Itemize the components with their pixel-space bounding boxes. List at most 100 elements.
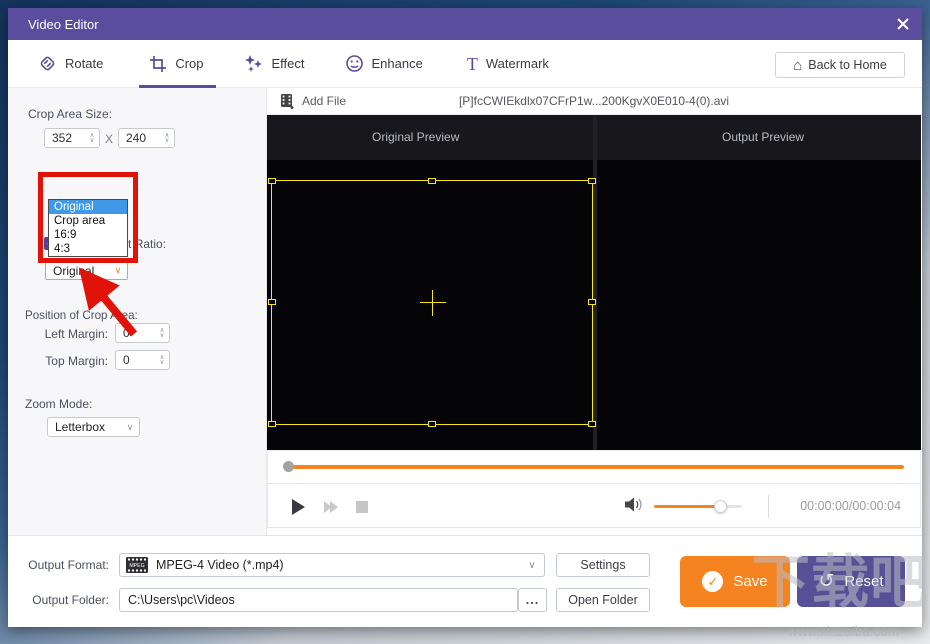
crop-handle-se[interactable] [588,421,596,427]
back-to-home-label: Back to Home [808,58,887,72]
chevron-down-icon: ∨ [121,422,139,433]
home-icon: ⌂ [793,58,802,73]
option-original[interactable]: Original [49,200,127,214]
playback-controls: 00:00:00/00:00:04 [267,483,921,528]
crop-region-overlay[interactable] [271,180,593,425]
crop-width-value: 352 [45,131,85,145]
mpeg-format-icon: MPEG [126,557,148,573]
zoom-mode-label: Zoom Mode: [25,397,92,411]
rotate-icon [38,54,57,73]
file-bar: Add File [P]fcCWIEkdlx07CFrP1w...200KgvX… [267,88,921,115]
save-label: Save [733,573,767,590]
crop-center-crosshair [420,302,446,303]
add-file-label: Add File [302,94,346,108]
time-display: 00:00:00/00:00:04 [800,499,901,513]
loaded-file-name: [P]fcCWIEkdlx07CFrP1w...200KgvX0E010-4(0… [407,94,781,108]
desktop: Video Editor Rotate Crop [0,0,930,644]
zoom-mode-dropdown[interactable]: Letterbox ∨ [47,417,140,437]
crop-handle-sw[interactable] [268,421,276,427]
option-4-3[interactable]: 4:3 [49,242,127,256]
check-circle-icon: ✓ [702,571,723,592]
crop-settings-panel: Crop Area Size: 352 ∧∨ X 240 ∧∨ ✓ Keep A… [8,88,267,535]
window-title: Video Editor [28,17,99,32]
crop-handle-s[interactable] [428,421,436,427]
left-margin-value: 0 [116,326,155,340]
pane-divider [593,115,597,450]
tab-enhance[interactable]: Enhance [345,40,423,88]
crop-handle-n[interactable] [428,178,436,184]
play-button[interactable] [292,499,305,515]
svg-text:MPEG: MPEG [129,563,144,569]
output-folder-label: Output Folder: [8,593,109,607]
video-editor-window: Video Editor Rotate Crop [8,8,922,627]
top-margin-stepper[interactable]: 0 ∧∨ [115,350,170,370]
crop-handle-nw[interactable] [268,178,276,184]
volume-fill [654,505,721,508]
original-preview-label: Original Preview [372,130,459,144]
seek-knob[interactable] [283,461,294,472]
stop-button[interactable] [356,501,368,513]
controls-separator [768,495,769,518]
volume-slider[interactable] [654,505,742,508]
top-margin-value: 0 [116,353,155,367]
tab-crop-label: Crop [175,56,203,71]
tab-rotate[interactable]: Rotate [38,40,103,88]
tab-enhance-label: Enhance [372,56,423,71]
fast-forward-button[interactable] [324,501,338,513]
aspect-ratio-value: Original [46,264,109,278]
tab-bar: Rotate Crop Effect Enhance [8,40,922,88]
zoom-mode-value: Letterbox [48,420,121,434]
stepper-arrows-icon[interactable]: ∧∨ [85,133,99,143]
title-bar: Video Editor [8,8,922,40]
browse-folder-button[interactable]: ... [518,588,547,612]
crop-handle-ne[interactable] [588,178,596,184]
chevron-down-icon: ∨ [109,265,127,276]
crop-center-crosshair [432,290,433,316]
tab-crop[interactable]: Crop [149,40,203,88]
section-divider [8,535,922,536]
volume-icon[interactable] [624,496,644,513]
aspect-ratio-option-list: Original Crop area 16:9 4:3 [48,199,128,257]
reset-arrow-icon: ↺ [818,572,834,591]
back-to-home-button[interactable]: ⌂ Back to Home [775,52,905,78]
aspect-ratio-dropdown[interactable]: Original ∨ [45,261,128,280]
reset-button[interactable]: ↺ Reset [797,556,905,607]
stepper-arrows-icon[interactable]: ∧∨ [160,133,174,143]
tab-effect[interactable]: Effect [244,40,305,88]
crop-handle-w[interactable] [268,299,276,305]
stepper-arrows-icon[interactable]: ∧∨ [155,355,169,365]
crop-height-stepper[interactable]: 240 ∧∨ [118,128,175,148]
add-file-button[interactable]: Add File [280,93,346,109]
tab-watermark[interactable]: T Watermark [467,40,549,88]
left-margin-label: Left Margin: [8,327,108,341]
settings-button[interactable]: Settings [556,553,650,577]
output-format-value: MPEG-4 Video (*.mp4) [148,558,520,572]
output-folder-input[interactable]: C:\Users\pc\Videos [119,588,518,612]
size-times-label: X [105,132,113,146]
crop-icon [149,55,167,73]
chevron-down-icon: ∨ [520,560,544,571]
desktop-wallpaper-strip [0,0,8,644]
tab-watermark-label: Watermark [486,56,549,71]
save-button[interactable]: ✓ Save [680,556,790,607]
volume-knob[interactable] [714,500,727,513]
option-crop-area[interactable]: Crop area [49,214,127,228]
left-margin-stepper[interactable]: 0 ∧∨ [115,323,170,343]
watermark-icon: T [467,55,478,73]
crop-height-value: 240 [119,131,160,145]
output-format-label: Output Format: [8,558,109,572]
reset-label: Reset [844,573,883,590]
option-16-9[interactable]: 16:9 [49,228,127,242]
enhance-icon [345,54,364,73]
crop-handle-e[interactable] [588,299,596,305]
crop-width-stepper[interactable]: 352 ∧∨ [44,128,100,148]
output-format-dropdown[interactable]: MPEG MPEG-4 Video (*.mp4) ∨ [119,553,545,577]
position-of-crop-area-label: Position of Crop Area: [25,309,138,322]
tab-rotate-label: Rotate [65,56,103,71]
stepper-arrows-icon[interactable]: ∧∨ [155,328,169,338]
tab-effect-label: Effect [272,56,305,71]
open-folder-button[interactable]: Open Folder [556,588,650,612]
close-icon[interactable] [894,15,912,33]
effect-icon [244,54,264,73]
seek-track[interactable] [288,465,904,469]
